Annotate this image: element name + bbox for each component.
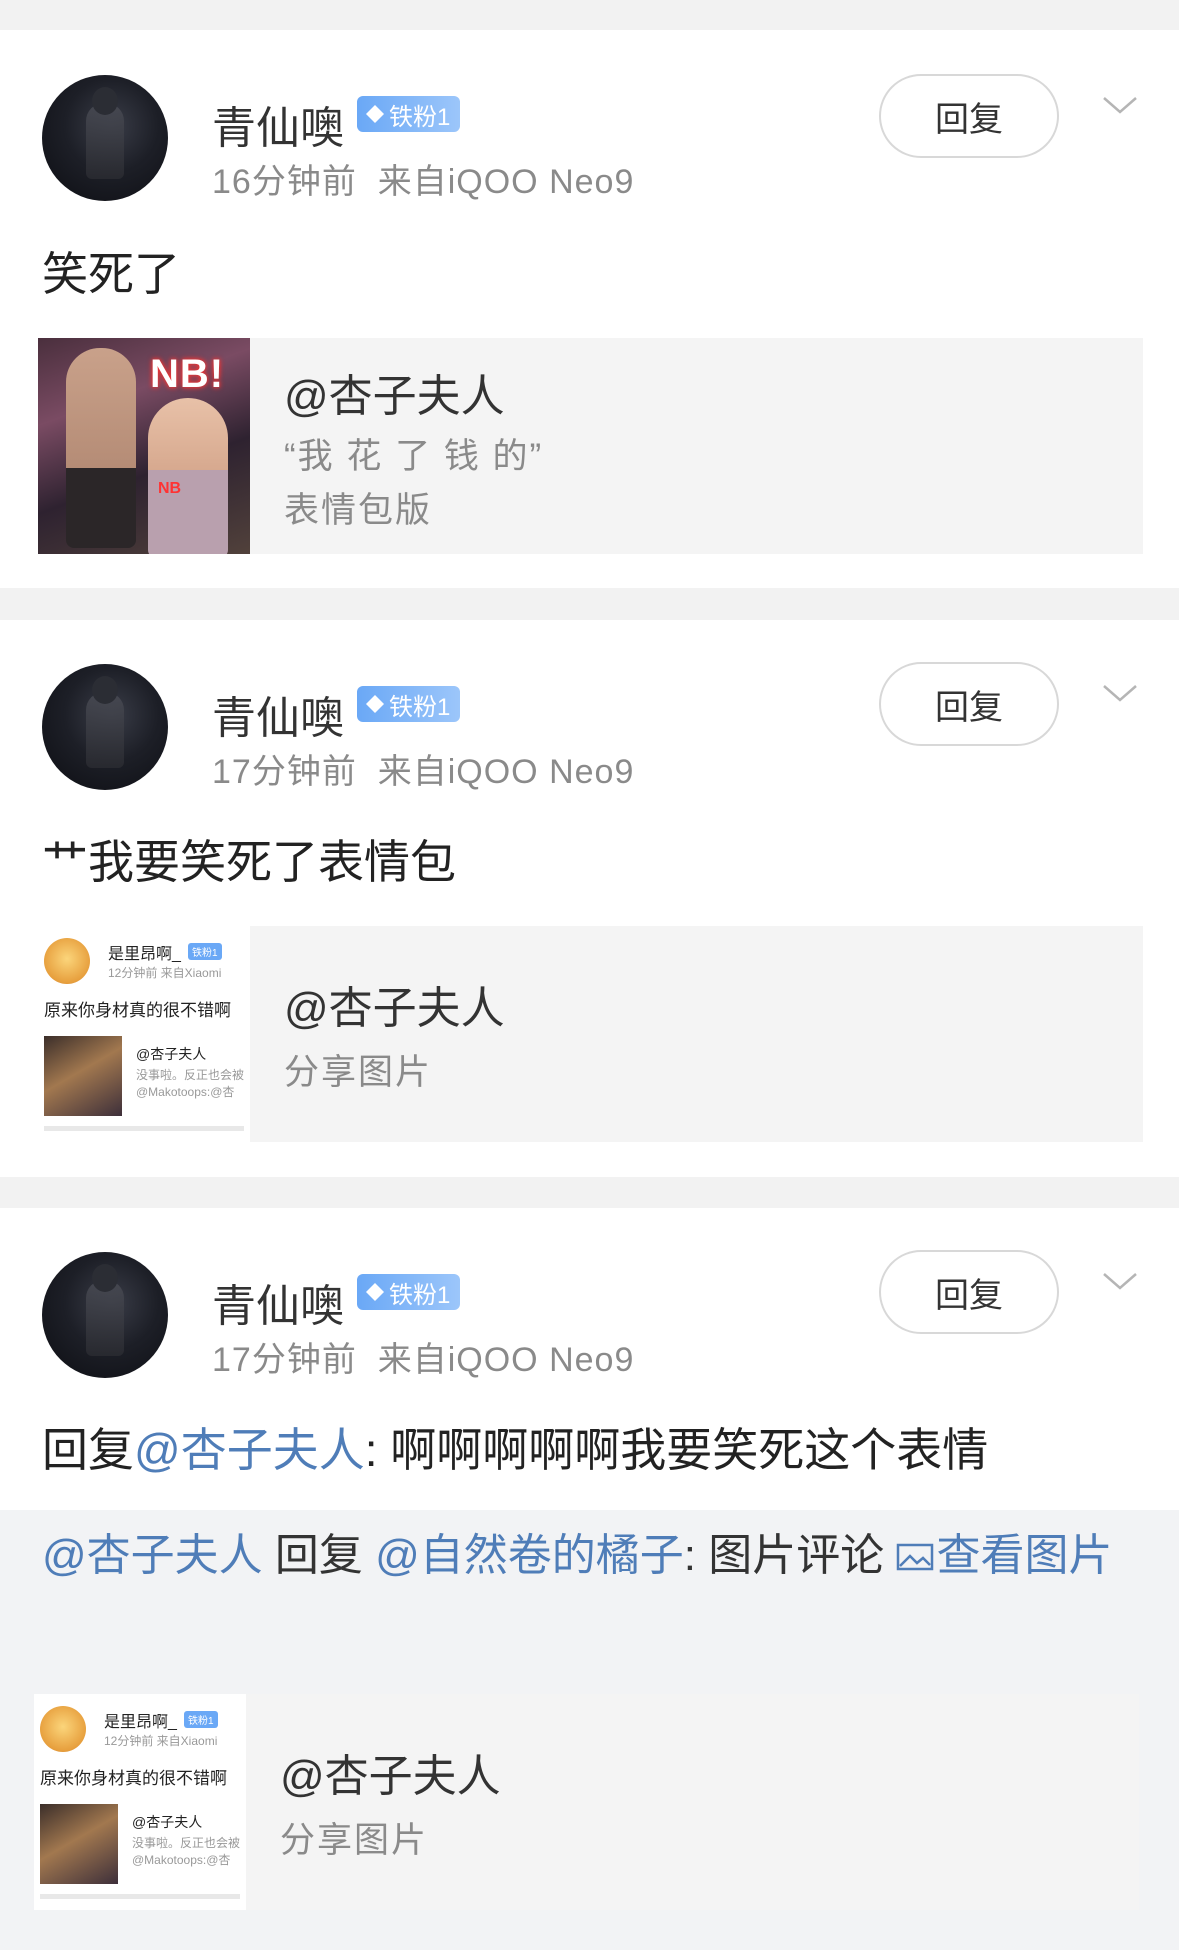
- chevron-down-icon[interactable]: [1102, 676, 1138, 712]
- comment-time: 17分钟前: [212, 1341, 357, 1379]
- diamond-icon: [366, 1283, 384, 1301]
- avatar[interactable]: [42, 75, 168, 201]
- comment-meta: 17分钟前 来自iQOO Neo9: [212, 744, 634, 793]
- avatar[interactable]: [42, 1252, 168, 1378]
- shared-post-text: “我 花 了 钱 的”: [284, 437, 544, 476]
- comment-text: 艹我要笑死了表情包: [42, 836, 456, 888]
- quoted-reply: @杏子夫人 回复 @自然卷的橘子: 图片评论 查看图片 是里昂啊_ 铁粉1 12…: [0, 1510, 1179, 1950]
- shared-post-author: @杏子夫人: [284, 372, 505, 421]
- avatar[interactable]: [42, 664, 168, 790]
- comment-meta: 17分钟前 来自iQOO Neo9: [212, 1332, 634, 1381]
- reply-button[interactable]: 回复: [879, 74, 1059, 158]
- quoted-reply-text: @杏子夫人 回复 @自然卷的橘子: 图片评论 查看图片: [42, 1531, 1113, 1580]
- comment-card: 青仙噢 铁粉1 17分钟前 来自iQOO Neo9 回复 回复@杏子夫人: 啊啊…: [0, 1208, 1179, 1950]
- comment-source: 来自iQOO Neo9: [377, 1341, 635, 1379]
- username[interactable]: 青仙噢: [212, 1270, 344, 1334]
- username[interactable]: 青仙噢: [212, 92, 344, 156]
- shared-post-thumbnail: 是里昂啊_ 铁粉1 12分钟前 来自Xiaomi 原来你身材真的很不错啊 @杏子…: [34, 1694, 246, 1910]
- shared-post-card[interactable]: 是里昂啊_ 铁粉1 12分钟前 来自Xiaomi 原来你身材真的很不错啊 @杏子…: [38, 926, 1143, 1142]
- shared-post-author: @杏子夫人: [280, 1752, 501, 1801]
- comment-time: 16分钟前: [212, 163, 357, 201]
- shared-post-text: 分享图片: [284, 1053, 433, 1092]
- comment-text: 回复@杏子夫人: 啊啊啊啊啊我要笑死这个表情: [42, 1424, 989, 1476]
- diamond-icon: [366, 695, 384, 713]
- fan-badge: 铁粉1: [357, 96, 461, 132]
- shared-post-thumbnail: NB! NB: [38, 338, 250, 554]
- comment-meta: 16分钟前 来自iQOO Neo9: [212, 154, 634, 203]
- comment-source: 来自iQOO Neo9: [377, 753, 635, 791]
- username[interactable]: 青仙噢: [212, 682, 344, 746]
- comment-card: 青仙噢 铁粉1 16分钟前 来自iQOO Neo9 回复 笑死了 NB! NB …: [0, 30, 1179, 588]
- chevron-down-icon[interactable]: [1102, 1264, 1138, 1300]
- comment-time: 17分钟前: [212, 753, 357, 791]
- chevron-down-icon[interactable]: [1102, 88, 1138, 124]
- shared-post-card[interactable]: NB! NB @杏子夫人 “我 花 了 钱 的” 表情包版: [38, 338, 1143, 554]
- reply-button[interactable]: 回复: [879, 1250, 1059, 1334]
- fan-badge: 铁粉1: [357, 686, 461, 722]
- mention-link[interactable]: @杏子夫人: [134, 1424, 365, 1476]
- shared-post-thumbnail: 是里昂啊_ 铁粉1 12分钟前 来自Xiaomi 原来你身材真的很不错啊 @杏子…: [38, 926, 250, 1142]
- image-icon: [897, 1543, 934, 1571]
- mention-link[interactable]: @自然卷的橘子: [375, 1531, 684, 1580]
- shared-post-author: @杏子夫人: [284, 984, 505, 1033]
- diamond-icon: [366, 105, 384, 123]
- fan-badge: 铁粉1: [357, 1274, 461, 1310]
- shared-post-text: 分享图片: [280, 1821, 429, 1860]
- shared-post-text: 表情包版: [284, 491, 433, 530]
- comment-source: 来自iQOO Neo9: [377, 163, 635, 201]
- shared-post-card[interactable]: 是里昂啊_ 铁粉1 12分钟前 来自Xiaomi 原来你身材真的很不错啊 @杏子…: [34, 1694, 1139, 1910]
- view-image-link[interactable]: 查看图片: [896, 1531, 1112, 1580]
- mention-link[interactable]: @杏子夫人: [42, 1531, 263, 1580]
- comment-text: 笑死了: [42, 248, 180, 300]
- comment-card: 青仙噢 铁粉1 17分钟前 来自iQOO Neo9 回复 艹我要笑死了表情包 是…: [0, 620, 1179, 1177]
- reply-button[interactable]: 回复: [879, 662, 1059, 746]
